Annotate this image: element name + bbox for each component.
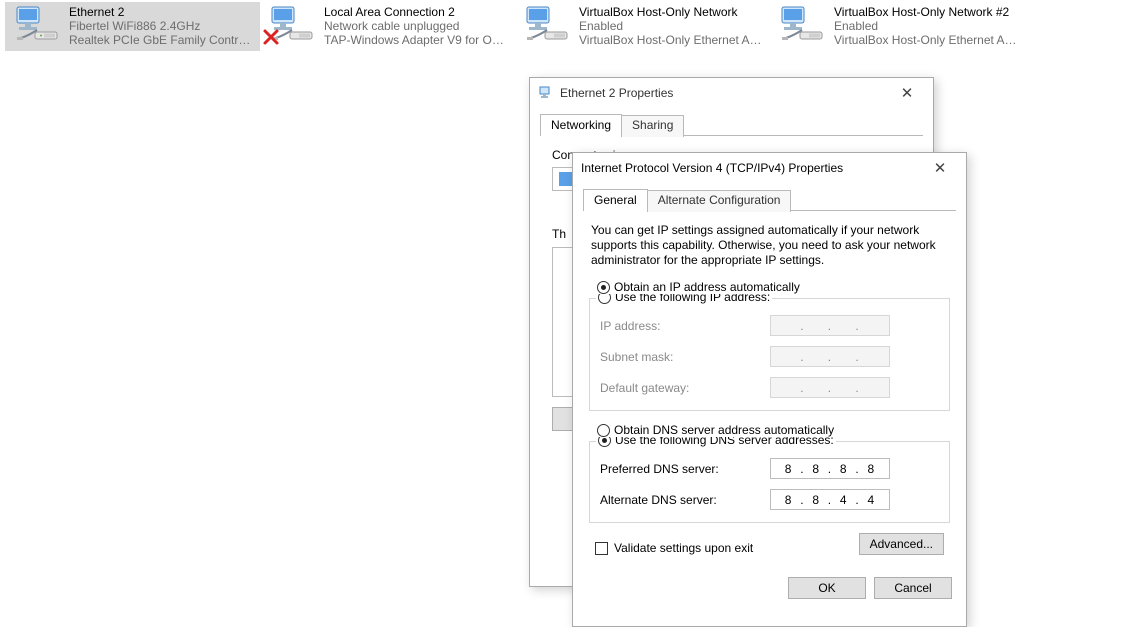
ip-address-label: IP address:: [600, 319, 770, 333]
adapter-status: Fibertel WiFi886 2.4GHz: [69, 19, 254, 33]
alternate-dns-input[interactable]: 8. 8. 4. 4: [770, 489, 890, 510]
adapter-status: Enabled: [834, 19, 1019, 33]
ip-address-input: ...: [770, 315, 890, 336]
network-adapter-icon: [772, 4, 832, 46]
preferred-dns-input[interactable]: 8. 8. 8. 8: [770, 458, 890, 479]
radio-dns-auto-label: Obtain DNS server address automatically: [614, 423, 834, 437]
radio-ip-auto[interactable]: [597, 281, 610, 294]
adapter-name: Ethernet 2: [69, 5, 254, 19]
advanced-button[interactable]: Advanced...: [859, 533, 944, 555]
tab-alternate-configuration[interactable]: Alternate Configuration: [647, 190, 792, 212]
close-icon[interactable]: ✕: [887, 84, 927, 102]
ok-button[interactable]: OK: [788, 577, 866, 599]
ipv4-properties-dialog: Internet Protocol Version 4 (TCP/IPv4) P…: [572, 152, 967, 627]
tab-sharing[interactable]: Sharing: [621, 115, 684, 137]
adapter-status: Network cable unplugged: [324, 19, 509, 33]
adapter-item[interactable]: VirtualBox Host-Only Network #2 Enabled …: [770, 2, 1025, 51]
default-gateway-input: ...: [770, 377, 890, 398]
validate-label: Validate settings upon exit: [614, 541, 753, 555]
tab-general[interactable]: General: [583, 189, 648, 211]
adapter-small-icon: [538, 85, 554, 101]
adapter-name: Local Area Connection 2: [324, 5, 509, 19]
alternate-dns-label: Alternate DNS server:: [600, 493, 770, 507]
dialog-title: Internet Protocol Version 4 (TCP/IPv4) P…: [581, 161, 843, 175]
titlebar[interactable]: Ethernet 2 Properties ✕: [530, 78, 933, 107]
adapter-device: VirtualBox Host-Only Ethernet Ad...: [579, 33, 764, 47]
network-adapter-icon: [262, 4, 322, 46]
dialog-title: Ethernet 2 Properties: [560, 86, 673, 100]
adapter-name: VirtualBox Host-Only Network: [579, 5, 764, 19]
radio-ip-auto-label: Obtain an IP address automatically: [614, 280, 800, 294]
error-overlay-icon: [262, 28, 280, 46]
tab-networking[interactable]: Networking: [540, 114, 622, 136]
subnet-mask-input: ...: [770, 346, 890, 367]
adapter-status: Enabled: [579, 19, 764, 33]
preferred-dns-label: Preferred DNS server:: [600, 462, 770, 476]
adapter-name: VirtualBox Host-Only Network #2: [834, 5, 1019, 19]
titlebar[interactable]: Internet Protocol Version 4 (TCP/IPv4) P…: [573, 153, 966, 182]
adapter-device: TAP-Windows Adapter V9 for Ope...: [324, 33, 509, 47]
default-gateway-label: Default gateway:: [600, 381, 770, 395]
network-adapter-icon: [7, 4, 67, 46]
subnet-mask-label: Subnet mask:: [600, 350, 770, 364]
nic-small-icon: [559, 172, 573, 186]
radio-dns-auto[interactable]: [597, 424, 610, 437]
adapter-device: Realtek PCIe GbE Family Controll...: [69, 33, 254, 47]
adapter-device: VirtualBox Host-Only Ethernet Ad...: [834, 33, 1019, 47]
adapters-list: Ethernet 2 Fibertel WiFi886 2.4GHz Realt…: [0, 0, 1131, 51]
adapter-item[interactable]: Local Area Connection 2 Network cable un…: [260, 2, 515, 51]
intro-text: You can get IP settings assigned automat…: [591, 223, 948, 268]
adapter-item[interactable]: Ethernet 2 Fibertel WiFi886 2.4GHz Realt…: [5, 2, 260, 51]
validate-checkbox[interactable]: [595, 542, 608, 555]
network-adapter-icon: [517, 4, 577, 46]
cancel-button[interactable]: Cancel: [874, 577, 952, 599]
adapter-item[interactable]: VirtualBox Host-Only Network Enabled Vir…: [515, 2, 770, 51]
close-icon[interactable]: ✕: [920, 159, 960, 177]
